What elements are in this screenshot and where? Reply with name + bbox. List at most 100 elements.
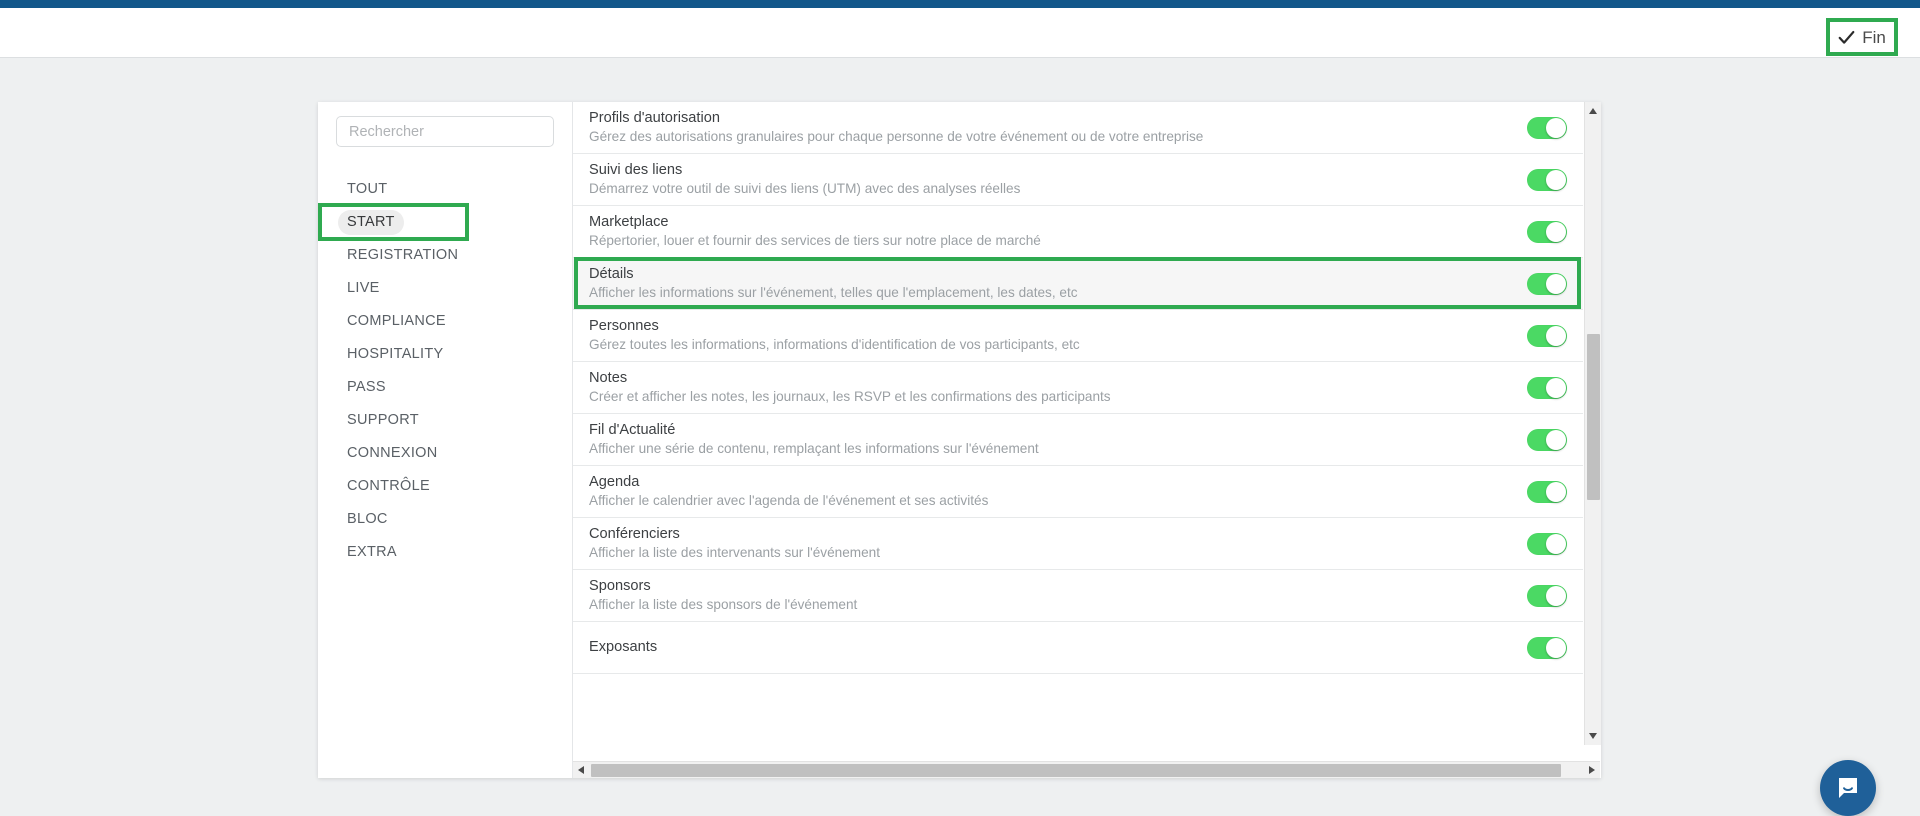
sidebar-item-label: CONTRÔLE bbox=[347, 478, 430, 495]
feature-toggle-switch[interactable] bbox=[1527, 636, 1567, 659]
sidebar-item-pass[interactable]: PASS bbox=[318, 371, 572, 404]
sidebar-item-label: CONNEXION bbox=[347, 445, 438, 462]
row-description: Afficher les informations sur l'événemen… bbox=[589, 284, 1078, 300]
toggle-knob bbox=[1546, 377, 1566, 398]
toggle-knob bbox=[1546, 117, 1566, 138]
sidebar-item-start[interactable]: START bbox=[318, 203, 572, 241]
check-icon bbox=[1838, 30, 1855, 44]
row-description: Gérez toutes les informations, informati… bbox=[589, 336, 1080, 352]
row-title: Notes bbox=[589, 369, 628, 386]
row-text-block: Marketplace Répertorier, louer et fournir… bbox=[589, 213, 1041, 251]
toggle-knob bbox=[1546, 637, 1566, 658]
table-row[interactable]: Agenda Afficher le calendrier avec l'agen… bbox=[573, 466, 1583, 518]
table-row[interactable]: Exposants bbox=[573, 622, 1583, 674]
sidebar-item-label: REGISTRATION bbox=[347, 247, 459, 264]
row-text-block: Suivi des liens Démarrez votre outil de s… bbox=[589, 161, 1020, 199]
horizontal-scrollbar-thumb[interactable] bbox=[591, 764, 1561, 777]
table-row[interactable]: Marketplace Répertorier, louer et fournir… bbox=[573, 206, 1583, 258]
toggle-knob bbox=[1546, 273, 1566, 294]
sidebar-item-connexion[interactable]: CONNEXION bbox=[318, 437, 572, 470]
feature-toggle-switch[interactable] bbox=[1527, 532, 1567, 555]
row-title: Exposants bbox=[589, 638, 658, 655]
sidebar-item-extra[interactable]: EXTRA bbox=[318, 536, 572, 569]
feature-toggle-switch[interactable] bbox=[1527, 116, 1567, 139]
row-description: Afficher la liste des intervenants sur l… bbox=[589, 544, 880, 560]
sidebar-item-label: BLOC bbox=[347, 511, 388, 528]
row-title: Conférenciers bbox=[589, 525, 680, 542]
feature-toggle-switch[interactable] bbox=[1527, 272, 1567, 295]
chat-launcher-button[interactable] bbox=[1820, 760, 1876, 816]
sidebar-item-support[interactable]: SUPPORT bbox=[318, 404, 572, 437]
feature-toggle-switch[interactable] bbox=[1527, 220, 1567, 243]
row-title: Sponsors bbox=[589, 577, 651, 594]
sidebar-item-hospitality[interactable]: HOSPITALITY bbox=[318, 338, 572, 371]
sidebar-item-compliance[interactable]: COMPLIANCE bbox=[318, 305, 572, 338]
sidebar-item-tout[interactable]: TOUT bbox=[318, 173, 572, 206]
sidebar-item-label: EXTRA bbox=[347, 544, 397, 561]
toggle-knob bbox=[1546, 221, 1566, 242]
search-input[interactable] bbox=[336, 116, 554, 147]
feature-rows: Profils d'autorisation Gérez des autorisa… bbox=[573, 102, 1583, 745]
row-title: Personnes bbox=[589, 317, 659, 334]
sidebar-item-contr-le[interactable]: CONTRÔLE bbox=[318, 470, 572, 503]
row-description: Afficher le calendrier avec l'agenda de … bbox=[589, 492, 989, 508]
toggle-knob bbox=[1546, 585, 1566, 606]
table-row[interactable]: Profils d'autorisation Gérez des autorisa… bbox=[573, 102, 1583, 154]
sidebar-item-label: START bbox=[338, 210, 404, 235]
scroll-left-arrow-icon[interactable] bbox=[578, 766, 584, 774]
sidebar-item-label: TOUT bbox=[347, 181, 388, 198]
row-title: Agenda bbox=[589, 473, 640, 490]
sidebar-item-label: SUPPORT bbox=[347, 412, 419, 429]
settings-card: TOUT START REGISTRATION LIVE COMPLIANCE HOSPI… bbox=[318, 102, 1601, 778]
row-description: Afficher la liste des sponsors de l'évén… bbox=[589, 596, 858, 612]
table-row[interactable]: Suivi des liens Démarrez votre outil de s… bbox=[573, 154, 1583, 206]
horizontal-scrollbar[interactable] bbox=[573, 761, 1600, 778]
sidebar-nav: TOUT START REGISTRATION LIVE COMPLIANCE HOSPI… bbox=[318, 173, 572, 569]
finish-button[interactable]: Fin bbox=[1826, 18, 1898, 56]
feature-toggle-switch[interactable] bbox=[1527, 324, 1567, 347]
sidebar-item-live[interactable]: LIVE bbox=[318, 272, 572, 305]
table-row[interactable]: Fil d'Actualité Afficher une série de con… bbox=[573, 414, 1583, 466]
row-description: Afficher une série de contenu, remplaçan… bbox=[589, 440, 1039, 456]
feature-toggle-switch[interactable] bbox=[1527, 376, 1567, 399]
row-text-block: Profils d'autorisation Gérez des autorisa… bbox=[589, 109, 1203, 147]
row-text-block: Exposants bbox=[589, 638, 657, 657]
toggle-knob bbox=[1546, 533, 1566, 554]
table-row[interactable]: Personnes Gérez toutes les informations, … bbox=[573, 310, 1583, 362]
table-row[interactable]: Détails Afficher les informations sur l'é… bbox=[573, 257, 1583, 310]
row-description: Répertorier, louer et fournir des servic… bbox=[589, 232, 1041, 248]
table-row[interactable]: Sponsors Afficher la liste des sponsors d… bbox=[573, 570, 1583, 622]
feature-toggle-switch[interactable] bbox=[1527, 584, 1567, 607]
row-text-block: Fil d'Actualité Afficher une série de con… bbox=[589, 421, 1039, 459]
feature-toggle-switch[interactable] bbox=[1527, 168, 1567, 191]
vertical-scrollbar[interactable] bbox=[1584, 102, 1601, 745]
chat-bubble-icon bbox=[1839, 778, 1857, 798]
scroll-up-arrow-icon[interactable] bbox=[1589, 108, 1597, 114]
toggle-knob bbox=[1546, 429, 1566, 450]
row-text-block: Notes Créer et afficher les notes, les jo… bbox=[589, 369, 1111, 407]
row-text-block: Personnes Gérez toutes les informations, … bbox=[589, 317, 1080, 355]
finish-button-label: Fin bbox=[1862, 27, 1886, 47]
row-text-block: Conférenciers Afficher la liste des inter… bbox=[589, 525, 880, 563]
row-text-block: Agenda Afficher le calendrier avec l'agen… bbox=[589, 473, 988, 511]
table-row[interactable]: Conférenciers Afficher la liste des inter… bbox=[573, 518, 1583, 570]
row-description: Créer et afficher les notes, les journau… bbox=[589, 388, 1111, 404]
vertical-scrollbar-thumb[interactable] bbox=[1587, 334, 1600, 500]
feature-toggle-switch[interactable] bbox=[1527, 480, 1567, 503]
row-title: Fil d'Actualité bbox=[589, 421, 676, 438]
sidebar: TOUT START REGISTRATION LIVE COMPLIANCE HOSPI… bbox=[318, 102, 573, 778]
sidebar-item-bloc[interactable]: BLOC bbox=[318, 503, 572, 536]
sidebar-item-label: PASS bbox=[347, 379, 386, 396]
search-wrapper bbox=[318, 116, 572, 147]
top-accent-strip bbox=[0, 0, 1920, 8]
scroll-down-arrow-icon[interactable] bbox=[1589, 733, 1597, 739]
row-title: Suivi des liens bbox=[589, 161, 683, 178]
sidebar-item-registration[interactable]: REGISTRATION bbox=[318, 239, 572, 272]
row-description: Démarrez votre outil de suivi des liens … bbox=[589, 180, 1021, 196]
header-bar: Fin bbox=[0, 8, 1920, 58]
toggle-knob bbox=[1546, 325, 1566, 346]
scroll-right-arrow-icon[interactable] bbox=[1589, 766, 1595, 774]
table-row[interactable]: Notes Créer et afficher les notes, les jo… bbox=[573, 362, 1583, 414]
feature-toggle-switch[interactable] bbox=[1527, 428, 1567, 451]
row-title: Profils d'autorisation bbox=[589, 109, 720, 126]
